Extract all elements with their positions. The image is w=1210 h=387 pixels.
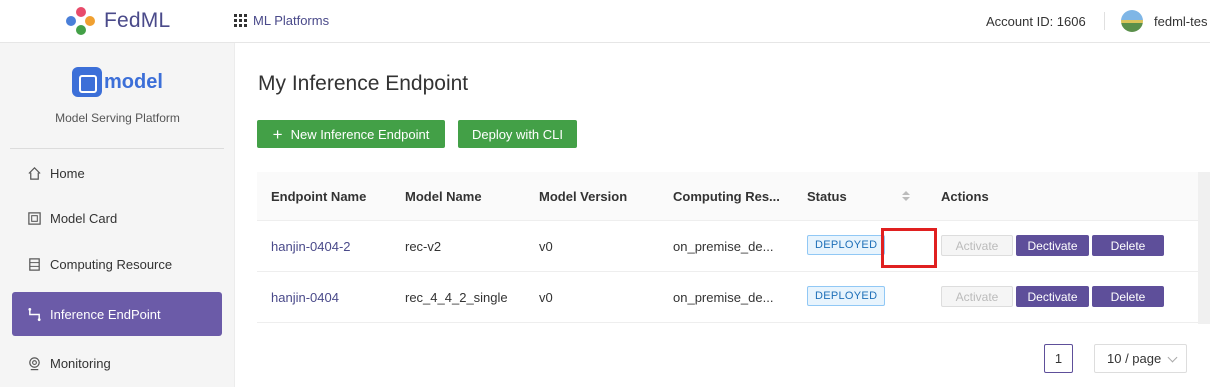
ml-platforms-menu[interactable]: ML Platforms bbox=[234, 13, 329, 28]
page-title: My Inference Endpoint bbox=[258, 72, 469, 95]
cube-icon bbox=[72, 67, 102, 97]
model-version: v0 bbox=[539, 239, 553, 254]
sidebar-item-label: Inference EndPoint bbox=[50, 306, 161, 322]
delete-button[interactable]: Delete bbox=[1092, 235, 1164, 256]
server-icon bbox=[26, 256, 42, 272]
computing-resource: on_premise_de... bbox=[673, 290, 774, 305]
sidebar: model Model Serving Platform Home Model … bbox=[0, 43, 235, 387]
sidebar-item-computing-resource[interactable]: Computing Resource bbox=[12, 242, 222, 286]
sidebar-item-label: Computing Resource bbox=[50, 256, 173, 272]
table-scrollbar[interactable] bbox=[1198, 172, 1210, 324]
sidebar-item-inference-endpoint[interactable]: Inference EndPoint bbox=[12, 292, 222, 336]
endpoint-table: Endpoint Name Model Name Model Version C… bbox=[257, 172, 1198, 323]
highlight-box bbox=[881, 228, 937, 268]
app-name: FedML bbox=[104, 9, 171, 32]
model-name: rec-v2 bbox=[405, 239, 442, 254]
card-icon bbox=[26, 210, 42, 226]
computing-resource: on_premise_de... bbox=[673, 239, 774, 254]
sidebar-item-home[interactable]: Home bbox=[12, 151, 222, 195]
chevron-down-icon bbox=[1167, 352, 1178, 363]
account-id: Account ID: 1606 bbox=[986, 14, 1086, 29]
sidebar-item-label: Monitoring bbox=[50, 355, 111, 371]
sidebar-item-model-card[interactable]: Model Card bbox=[12, 196, 222, 240]
divider bbox=[1104, 12, 1105, 30]
page-size-select[interactable]: 10 / page bbox=[1094, 344, 1187, 373]
grid-icon bbox=[234, 14, 247, 27]
activate-button[interactable]: Activate bbox=[941, 235, 1013, 256]
status-badge: DEPLOYED bbox=[807, 235, 886, 255]
sidebar-item-monitoring[interactable]: Monitoring bbox=[12, 341, 222, 385]
table-row: hanjin-0404-2 rec-v2 v0 on_premise_de...… bbox=[257, 221, 1198, 272]
column-header: Model Version bbox=[539, 189, 628, 204]
column-header: Model Name bbox=[405, 189, 482, 204]
deploy-with-cli-button[interactable]: Deploy with CLI bbox=[458, 120, 577, 148]
sidebar-divider bbox=[10, 148, 224, 149]
ml-platforms-label: ML Platforms bbox=[253, 13, 330, 28]
deploy-with-cli-label: Deploy with CLI bbox=[471, 126, 564, 142]
home-icon bbox=[26, 165, 42, 181]
endpoint-name-link[interactable]: hanjin-0404-2 bbox=[271, 239, 351, 254]
fedml-logo[interactable]: FedML bbox=[66, 7, 170, 35]
sidebar-item-label: Home bbox=[50, 165, 85, 181]
plus-icon: + bbox=[272, 124, 283, 144]
activate-button[interactable]: Activate bbox=[941, 286, 1013, 307]
sort-icon[interactable] bbox=[902, 191, 910, 203]
deactivate-button[interactable]: Dectivate bbox=[1016, 235, 1089, 256]
column-header: Computing Res... bbox=[673, 189, 780, 204]
top-bar: FedML ML Platforms Account ID: 1606 fedm… bbox=[0, 0, 1210, 43]
column-header: Endpoint Name bbox=[271, 189, 367, 204]
platform-subtitle: Model Serving Platform bbox=[55, 111, 180, 125]
user-name[interactable]: fedml-tes bbox=[1154, 14, 1207, 29]
model-version: v0 bbox=[539, 290, 553, 305]
fedml-logo-icon bbox=[66, 7, 96, 35]
new-inference-endpoint-button[interactable]: + New Inference Endpoint bbox=[257, 120, 445, 148]
column-header: Status bbox=[807, 189, 847, 204]
avatar[interactable] bbox=[1121, 10, 1143, 32]
page-size-label: 10 / page bbox=[1107, 351, 1162, 366]
endpoint-name-link[interactable]: hanjin-0404 bbox=[271, 290, 339, 305]
deactivate-button[interactable]: Dectivate bbox=[1016, 286, 1089, 307]
model-name: rec_4_4_2_single bbox=[405, 290, 508, 305]
table-row: hanjin-0404 rec_4_4_2_single v0 on_premi… bbox=[257, 272, 1198, 323]
monitor-icon bbox=[26, 355, 42, 371]
model-brand: model bbox=[72, 67, 163, 97]
route-icon bbox=[26, 306, 42, 322]
column-header: Actions bbox=[941, 189, 989, 204]
model-brand-text: model bbox=[104, 70, 163, 93]
pagination-page[interactable]: 1 bbox=[1044, 344, 1073, 373]
new-inference-endpoint-label: New Inference Endpoint bbox=[290, 126, 430, 142]
status-badge: DEPLOYED bbox=[807, 286, 886, 306]
sidebar-item-label: Model Card bbox=[50, 210, 118, 226]
delete-button[interactable]: Delete bbox=[1092, 286, 1164, 307]
table-header: Endpoint Name Model Name Model Version C… bbox=[257, 172, 1198, 221]
